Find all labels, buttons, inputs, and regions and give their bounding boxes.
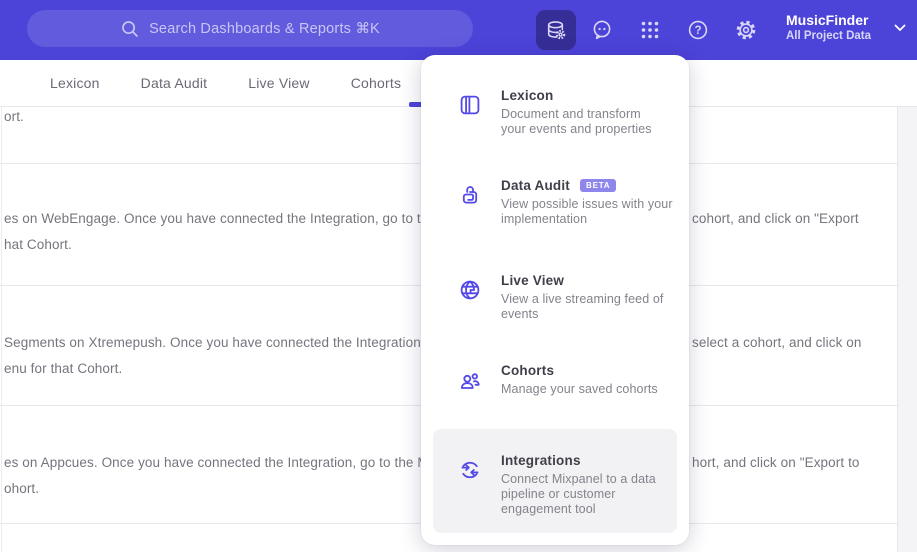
- question-mark-glyph: ?: [694, 25, 701, 37]
- menu-item-live-view[interactable]: Live View View a live streaming feed of …: [458, 273, 663, 322]
- data-audit-lock-icon: [462, 186, 478, 204]
- menu-item-title: Live View: [501, 273, 565, 288]
- database-gear-icon: [547, 21, 566, 40]
- bg-row-text: cohort, and click on "Export: [692, 211, 859, 226]
- menu-item-description: Manage your saved cohorts: [501, 382, 658, 396]
- menu-item-lexicon[interactable]: Lexicon Document and transform your even…: [458, 88, 652, 137]
- tab-lexicon[interactable]: Lexicon: [50, 75, 100, 91]
- project-name: MusicFinder: [786, 12, 869, 28]
- scrollbar-track[interactable]: [897, 107, 917, 552]
- bg-row-text: ohort.: [4, 481, 40, 496]
- menu-item-title: Lexicon: [501, 88, 554, 103]
- top-nav-bar: Search Dashboards & Reports ⌘K ? MusicFi…: [0, 0, 917, 60]
- project-switcher[interactable]: MusicFinder All Project Data: [786, 11, 906, 51]
- search-placeholder: Search Dashboards & Reports ⌘K: [149, 20, 380, 37]
- chevron-down-icon: [894, 24, 906, 31]
- feedback-chat-button[interactable]: [591, 19, 613, 41]
- bg-row-text: select a cohort, and click on: [692, 335, 862, 350]
- bg-row-text: hat Cohort.: [4, 237, 72, 252]
- settings-gear-button[interactable]: [735, 19, 757, 41]
- menu-item-title: Cohorts: [501, 363, 555, 378]
- menu-item-data-audit[interactable]: Data Audit BETA View possible issues wit…: [458, 178, 673, 227]
- data-management-dropdown: Lexicon Document and transform your even…: [421, 55, 689, 545]
- menu-item-description: Document and transform your events and p…: [501, 107, 652, 136]
- tab-cohorts[interactable]: Cohorts: [351, 75, 401, 91]
- beta-badge: BETA: [580, 179, 617, 192]
- bg-row-text: es on Appcues. Once you have connected t…: [4, 455, 429, 470]
- live-view-globe-icon: [460, 280, 480, 300]
- help-button[interactable]: ?: [687, 19, 709, 41]
- menu-item-title: Data Audit: [501, 178, 570, 193]
- data-management-button[interactable]: [536, 10, 576, 50]
- bg-row-text: es on WebEngage. Once you have connected…: [4, 211, 437, 226]
- content-left-border: [1, 107, 2, 552]
- search-input[interactable]: Search Dashboards & Reports ⌘K: [27, 10, 473, 47]
- search-icon: [122, 20, 138, 37]
- bg-row-text: enu for that Cohort.: [4, 361, 123, 376]
- bg-row-text: ort.: [4, 109, 24, 124]
- project-subtitle: All Project Data: [786, 30, 871, 42]
- lexicon-book-icon: [460, 95, 480, 115]
- menu-item-integrations[interactable]: Integrations Connect Mixpanel to a data …: [433, 429, 677, 533]
- menu-item-title: Integrations: [501, 453, 581, 468]
- menu-item-description: View possible issues with your implement…: [501, 197, 673, 226]
- menu-item-description: Connect Mixpanel to a data pipeline or c…: [501, 472, 656, 516]
- cohorts-people-icon: [461, 373, 480, 389]
- integrations-sync-icon: [461, 461, 479, 479]
- menu-item-cohorts[interactable]: Cohorts Manage your saved cohorts: [458, 363, 658, 397]
- menu-item-description: View a live streaming feed of events: [501, 292, 664, 321]
- bg-row-text: hort, and click on "Export to: [692, 455, 860, 470]
- tab-live-view[interactable]: Live View: [248, 75, 309, 91]
- apps-grid-button[interactable]: [639, 19, 661, 41]
- bg-row-text: Segments on Xtremepush. Once you have co…: [4, 335, 425, 350]
- tab-data-audit[interactable]: Data Audit: [141, 75, 208, 91]
